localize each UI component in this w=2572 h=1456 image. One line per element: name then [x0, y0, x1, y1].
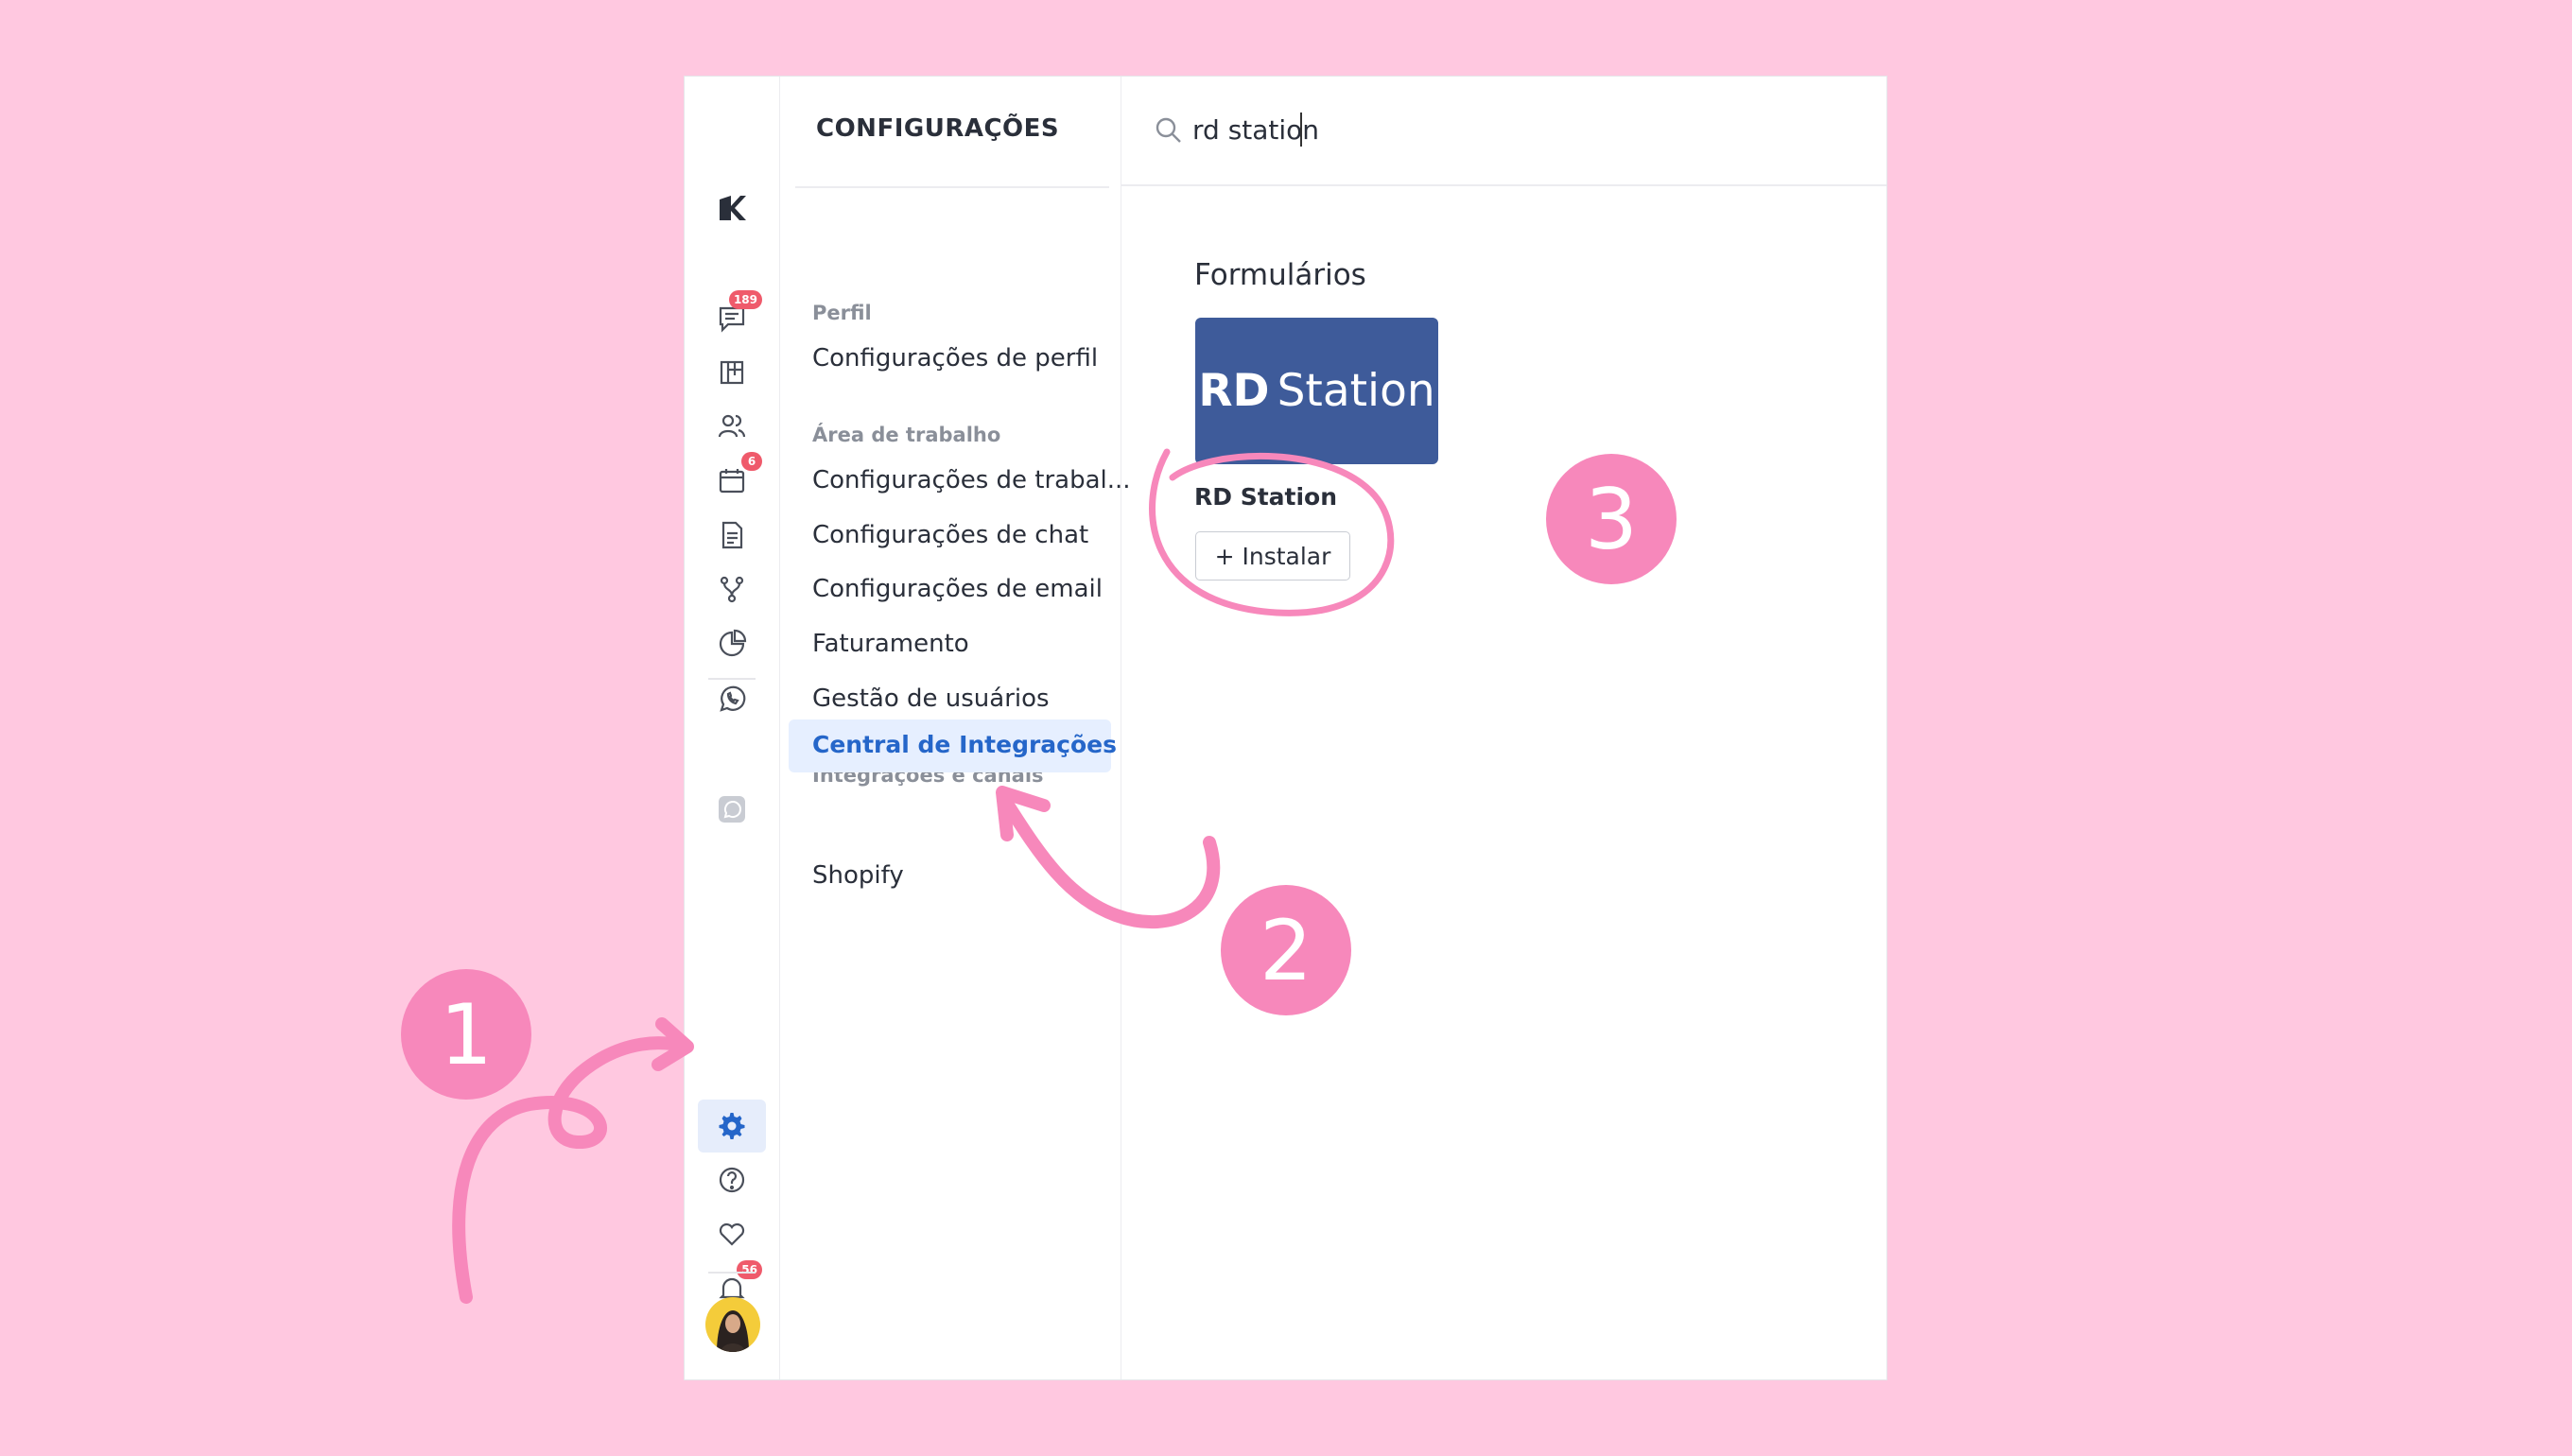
calendar-badge: 6 — [741, 452, 762, 471]
search-bar — [1121, 77, 1886, 186]
rail-help[interactable] — [698, 1153, 766, 1206]
section-area-trabalho: Área de trabalho — [812, 424, 1001, 446]
pie-chart-icon — [719, 629, 747, 657]
rd-station-logo-rest: Station — [1277, 365, 1435, 417]
rail-separator — [708, 678, 756, 680]
menu-item-faturamento[interactable]: Faturamento — [812, 630, 969, 658]
rail-whatsapp-channel[interactable] — [698, 783, 766, 836]
rail-chat[interactable]: 189 — [698, 290, 766, 345]
flow-icon — [720, 576, 744, 603]
chat-badge: 189 — [728, 290, 762, 309]
heart-icon — [719, 1222, 745, 1246]
main-content: Formulários RD Station RD Station + Inst… — [1121, 77, 1886, 1379]
avatar[interactable] — [705, 1297, 760, 1352]
rail-contacts[interactable] — [698, 400, 766, 453]
rail-favorites[interactable] — [698, 1207, 766, 1260]
rail-flows[interactable] — [698, 563, 766, 615]
menu-item-gestao-usuarios[interactable]: Gestão de usuários — [812, 685, 1050, 713]
section-title-formularios: Formulários — [1194, 258, 1366, 292]
settings-menu: CONFIGURAÇÕES Perfil Configurações de pe… — [780, 77, 1131, 1379]
app-logo[interactable] — [698, 182, 766, 234]
rail-board[interactable] — [698, 346, 766, 399]
kanban-icon — [720, 360, 744, 385]
gear-icon — [719, 1113, 745, 1139]
text-cursor — [1300, 113, 1302, 147]
menu-item-config-email[interactable]: Configurações de email — [812, 575, 1103, 603]
rail-whatsapp[interactable] — [698, 672, 766, 725]
step-badge-1: 1 — [401, 969, 531, 1100]
icon-rail: 189 6 56 — [685, 77, 780, 1379]
search-input[interactable] — [1192, 111, 1760, 148]
app-window: 189 6 56 CONFIGURAÇÕES Perfil Configuraç… — [684, 76, 1887, 1380]
avatar-photo-icon — [717, 1310, 749, 1352]
k-logo-icon — [720, 196, 746, 220]
rd-station-logo[interactable]: RD Station — [1195, 318, 1438, 464]
document-icon — [721, 521, 743, 549]
notifications-badge: 56 — [737, 1260, 762, 1279]
app-card-name: RD Station — [1194, 483, 1338, 511]
menu-item-config-chat[interactable]: Configurações de chat — [812, 521, 1088, 549]
install-button[interactable]: + Instalar — [1195, 531, 1350, 581]
menu-item-central-integracoes-label: Central de Integrações — [812, 731, 1118, 758]
search-icon — [1156, 117, 1181, 143]
calendar-icon — [719, 469, 745, 494]
rd-station-logo-bold: RD — [1198, 365, 1270, 417]
rail-calendar[interactable]: 6 — [698, 452, 766, 507]
users-icon — [718, 414, 746, 438]
step-badge-2: 2 — [1221, 885, 1351, 1015]
menu-divider — [795, 186, 1109, 188]
menu-item-shopify[interactable]: Shopify — [812, 861, 904, 890]
help-icon — [719, 1167, 745, 1193]
whatsapp-icon — [720, 685, 746, 712]
whatsapp-channel-icon — [719, 796, 745, 823]
section-perfil: Perfil — [812, 302, 872, 324]
rail-settings[interactable] — [698, 1100, 766, 1153]
step-badge-3: 3 — [1546, 454, 1677, 584]
rail-separator-bottom — [708, 1272, 756, 1274]
menu-title: CONFIGURAÇÕES — [816, 114, 1060, 143]
menu-item-config-trabalho[interactable]: Configurações de trabal... — [812, 466, 1131, 494]
menu-item-config-perfil[interactable]: Configurações de perfil — [812, 344, 1098, 373]
rail-documents[interactable] — [698, 509, 766, 562]
rail-reports[interactable] — [698, 617, 766, 670]
